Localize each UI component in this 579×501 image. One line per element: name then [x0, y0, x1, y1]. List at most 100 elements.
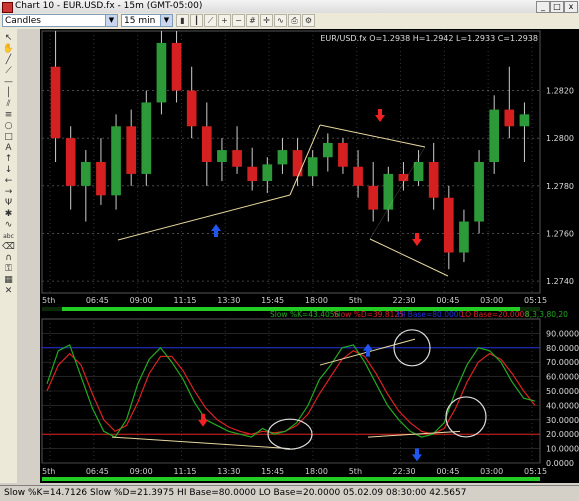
- time-tick-label: 00:45: [436, 296, 459, 305]
- time-tick-label: 5th: [349, 296, 362, 305]
- pitchfork-icon[interactable]: Ψ: [2, 198, 15, 209]
- trendline: [369, 238, 449, 277]
- close-button[interactable]: x: [564, 1, 578, 13]
- red-down-arrow-icon: [375, 109, 385, 122]
- bull-candle: [474, 162, 484, 222]
- bear-candle: [171, 42, 182, 91]
- trendline: [111, 436, 291, 450]
- hline-icon[interactable]: —: [2, 77, 15, 88]
- highlight-circle: [445, 396, 487, 438]
- time-tick-label: 13:30: [217, 467, 240, 476]
- bull-candle: [141, 102, 152, 174]
- cursor-icon[interactable]: ↖: [2, 33, 15, 44]
- cycle-icon[interactable]: ∿: [2, 220, 15, 231]
- stochastic-tick-label: 20.0000: [546, 430, 579, 439]
- stochastic-tick-label: 0.0000: [546, 459, 574, 468]
- calc-icon[interactable]: ▦: [2, 275, 15, 286]
- chart-area[interactable]: 1.2820 1.2800 1.2780 1.2760 1.2740 5th 5th 06:4…: [40, 29, 579, 483]
- trendline: [117, 194, 291, 241]
- interval-select[interactable]: 15 min ▼: [121, 14, 173, 27]
- bear-candle: [186, 90, 197, 127]
- price-tick-label: 1.2820: [546, 87, 574, 96]
- label-tool-icon[interactable]: abc: [2, 231, 15, 242]
- stochastic-tick-label: 60.0000: [546, 373, 579, 382]
- status-bar: Slow %K=14.7126 Slow %D=21.3975 HI Base=…: [0, 485, 579, 501]
- settings-icon[interactable]: ⚙: [302, 14, 315, 27]
- chevron-down-icon[interactable]: ▼: [105, 15, 117, 26]
- bear-candle: [126, 126, 137, 174]
- time-tick-label: 03:00: [480, 467, 503, 476]
- time-tick-label: 09:00: [130, 296, 153, 305]
- maximize-button[interactable]: □: [550, 1, 564, 13]
- status-text: Slow %K=14.7126 Slow %D=21.3975 HI Base=…: [4, 488, 467, 498]
- stochastic-tick-label: 40.0000: [546, 401, 579, 410]
- chart-type-select[interactable]: Candles ▼: [2, 14, 118, 27]
- price-tick-label: 1.2760: [546, 229, 574, 238]
- gann-icon[interactable]: ✱: [2, 209, 15, 220]
- bull-candle: [459, 221, 469, 253]
- stochastic-tick-label: 50.0000: [546, 387, 579, 396]
- window-titlebar: Chart 10 - EUR.USD.fx - 15m (GMT-05:00) …: [0, 0, 579, 14]
- drawing-toolbar: ↖ ✋ ╱ ⟋ — │ ⫽ ≡ ○ □ A ↑ ↓ ← → Ψ ✱ ∿ abc ⌫ ∩ ⚿ ▦ ✕: [0, 29, 18, 483]
- stochastic-legend-item: 8,3,3,80,20: [525, 310, 568, 319]
- stochastic-legend-item: Slow %K=43.4056: [270, 310, 340, 319]
- bull-candle: [383, 173, 394, 210]
- interval-value: 15 min: [124, 16, 156, 26]
- stochastic-tick-label: 70.0000: [546, 358, 579, 367]
- stochastic-tick-label: 90.0000: [546, 329, 579, 338]
- lock-icon[interactable]: ⚿: [2, 264, 15, 275]
- pan-icon[interactable]: ✋: [2, 44, 15, 55]
- stochastic-legend-item: Slow %D=39.8125: [334, 310, 404, 319]
- time-tick-label: 05:15: [524, 467, 547, 476]
- arrow-right-tool-icon[interactable]: →: [2, 187, 15, 198]
- time-tick-label: 15:45: [261, 467, 284, 476]
- chevron-down-icon[interactable]: ▼: [160, 15, 172, 26]
- candle-icon[interactable]: ▮: [176, 14, 189, 27]
- time-tick-label: 5th: [42, 296, 55, 305]
- bear-candle: [443, 197, 454, 253]
- line-tool-icon[interactable]: ╱: [2, 55, 15, 66]
- channel-icon[interactable]: ⫽: [2, 99, 15, 110]
- bull-candle: [413, 162, 424, 182]
- arrow-left-tool-icon[interactable]: ←: [2, 176, 15, 187]
- trendline: [369, 146, 426, 240]
- text-tool-icon[interactable]: A: [2, 143, 15, 154]
- indicator-icon[interactable]: ∿: [274, 14, 287, 27]
- arrow-up-tool-icon[interactable]: ↑: [2, 154, 15, 165]
- chart-type-value: Candles: [5, 16, 41, 26]
- bear-candle: [353, 166, 363, 186]
- minimize-button[interactable]: _: [536, 1, 550, 13]
- crosshair-icon[interactable]: ✛: [260, 14, 273, 27]
- eraser-icon[interactable]: ⌫: [2, 242, 15, 253]
- chart-svg[interactable]: 1.2820 1.2800 1.2780 1.2760 1.2740 5th 5th 06:4…: [40, 29, 579, 483]
- circle-tool-icon[interactable]: ○: [2, 121, 15, 132]
- bear-candle: [247, 166, 258, 182]
- rect-tool-icon[interactable]: □: [2, 132, 15, 143]
- grid-icon[interactable]: #: [246, 14, 259, 27]
- trendline: [319, 124, 426, 148]
- fib-icon[interactable]: ≡: [2, 110, 15, 121]
- time-tick-label: 22:30: [393, 296, 416, 305]
- time-tick-label: 5th: [42, 467, 55, 476]
- line-icon[interactable]: ⟋: [204, 14, 217, 27]
- print-icon[interactable]: ⎙: [288, 14, 301, 27]
- scroll-bar[interactable]: [42, 477, 540, 481]
- time-tick-label: 06:45: [86, 467, 109, 476]
- bear-candle: [292, 150, 303, 177]
- time-tick-label: 05:15: [524, 296, 547, 305]
- arrow-down-tool-icon[interactable]: ↓: [2, 165, 15, 176]
- zoom-in-icon[interactable]: +: [218, 14, 231, 27]
- time-tick-label: 22:30: [393, 467, 416, 476]
- bar-icon[interactable]: ┃: [190, 14, 203, 27]
- vline-icon[interactable]: │: [2, 88, 15, 99]
- bull-candle: [217, 150, 227, 162]
- bull-candle: [307, 157, 318, 177]
- time-tick-label: 09:00: [130, 467, 153, 476]
- ray-icon[interactable]: ⟋: [2, 66, 15, 77]
- time-tick-label: 11:15: [173, 296, 196, 305]
- stochastic-tick-label: 80.0000: [546, 344, 579, 353]
- window-title: Chart 10 - EUR.USD.fx - 15m (GMT-05:00): [15, 1, 203, 11]
- delete-icon[interactable]: ✕: [2, 286, 15, 297]
- magnet-icon[interactable]: ∩: [2, 253, 15, 264]
- zoom-out-icon[interactable]: −: [232, 14, 245, 27]
